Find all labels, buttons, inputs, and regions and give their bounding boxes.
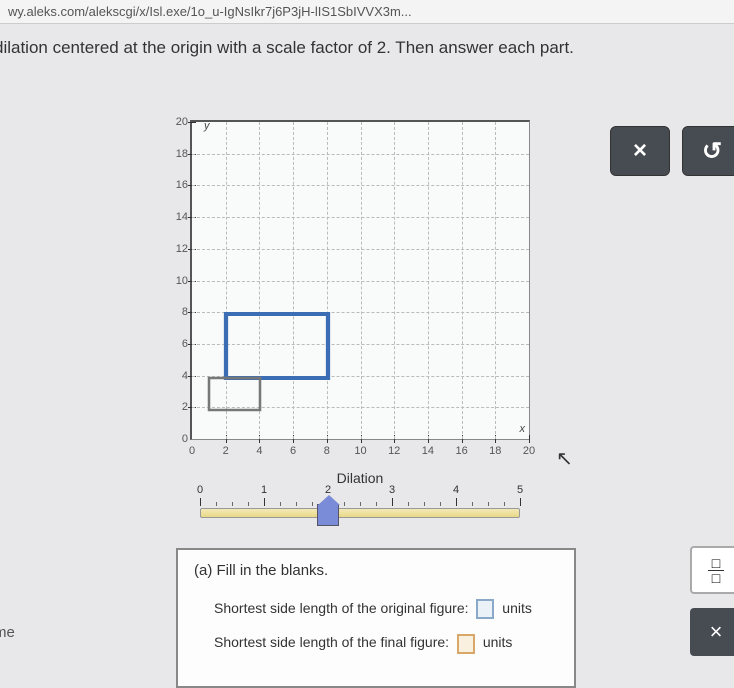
final-length-input[interactable] bbox=[457, 634, 475, 654]
y-tick: 8 bbox=[170, 306, 188, 318]
close-button[interactable]: × bbox=[610, 126, 670, 176]
url-bar: wy.aleks.com/alekscgi/x/Isl.exe/1o_u-IgN… bbox=[0, 0, 734, 24]
q1-prefix: Shortest side length of the original fig… bbox=[214, 600, 469, 616]
fraction-icon: □ bbox=[708, 556, 724, 571]
dilation-slider-area: Dilation 0 1 2 3 4 5 bbox=[190, 470, 530, 530]
question-line-1: Shortest side length of the original fig… bbox=[214, 597, 558, 619]
right-tool-panel: □ □ × bbox=[690, 546, 734, 656]
graph-container: y x 20 18 16 14 12 10 8 6 4 2 0 0 2 4 6 … bbox=[190, 120, 550, 530]
x-tick: 18 bbox=[489, 445, 501, 457]
coordinate-grid[interactable]: y x 20 18 16 14 12 10 8 6 4 2 0 0 2 4 6 … bbox=[190, 120, 530, 440]
y-tick: 0 bbox=[170, 433, 188, 445]
y-tick: 20 bbox=[170, 116, 188, 128]
x-tick: 8 bbox=[324, 445, 330, 457]
x-tick: 0 bbox=[189, 445, 195, 457]
y-tick: 6 bbox=[170, 338, 188, 350]
fraction-icon: □ bbox=[712, 571, 720, 585]
slider-label: 0 bbox=[197, 484, 203, 496]
reset-button[interactable]: ↺ bbox=[682, 126, 734, 176]
q2-suffix: units bbox=[483, 634, 513, 650]
question-line-2: Shortest side length of the final figure… bbox=[214, 631, 558, 653]
dilation-slider[interactable]: 0 1 2 3 4 5 bbox=[200, 490, 520, 530]
slider-label: 4 bbox=[453, 484, 459, 496]
q2-prefix: Shortest side length of the final figure… bbox=[214, 634, 449, 650]
x-tick: 16 bbox=[455, 445, 467, 457]
x-tick: 14 bbox=[422, 445, 434, 457]
slider-label: 5 bbox=[517, 484, 523, 496]
q1-suffix: units bbox=[502, 600, 532, 616]
x-tick: 6 bbox=[290, 445, 296, 457]
slider-label: 1 bbox=[261, 484, 267, 496]
question-panel: (a) Fill in the blanks. Shortest side le… bbox=[176, 548, 576, 688]
toolbar: × ↺ bbox=[610, 126, 734, 176]
me-label: me bbox=[0, 624, 15, 641]
y-tick: 2 bbox=[170, 401, 188, 413]
y-tick: 4 bbox=[170, 370, 188, 382]
slider-label: 3 bbox=[389, 484, 395, 496]
original-length-input[interactable] bbox=[476, 599, 494, 619]
x-tick: 20 bbox=[523, 445, 535, 457]
x-tick: 10 bbox=[354, 445, 366, 457]
y-tick: 18 bbox=[170, 148, 188, 160]
original-figure bbox=[209, 378, 260, 410]
x-axis-label: x bbox=[520, 423, 526, 435]
x-tick: 4 bbox=[256, 445, 262, 457]
final-figure bbox=[226, 314, 328, 378]
y-tick: 10 bbox=[170, 275, 188, 287]
fraction-tool-button[interactable]: □ □ bbox=[690, 546, 734, 594]
clear-button[interactable]: × bbox=[690, 608, 734, 656]
slider-title: Dilation bbox=[190, 470, 530, 486]
y-tick: 16 bbox=[170, 179, 188, 191]
y-axis-label: y bbox=[204, 120, 210, 132]
cursor-icon: ↖ bbox=[556, 446, 573, 471]
plotted-shapes bbox=[192, 122, 532, 442]
question-part-label: (a) Fill in the blanks. bbox=[194, 562, 558, 579]
y-tick: 14 bbox=[170, 211, 188, 223]
y-tick: 12 bbox=[170, 243, 188, 255]
instruction-text: dilation centered at the origin with a s… bbox=[0, 24, 734, 72]
x-tick: 12 bbox=[388, 445, 400, 457]
slider-thumb[interactable] bbox=[317, 504, 339, 526]
x-tick: 2 bbox=[223, 445, 229, 457]
